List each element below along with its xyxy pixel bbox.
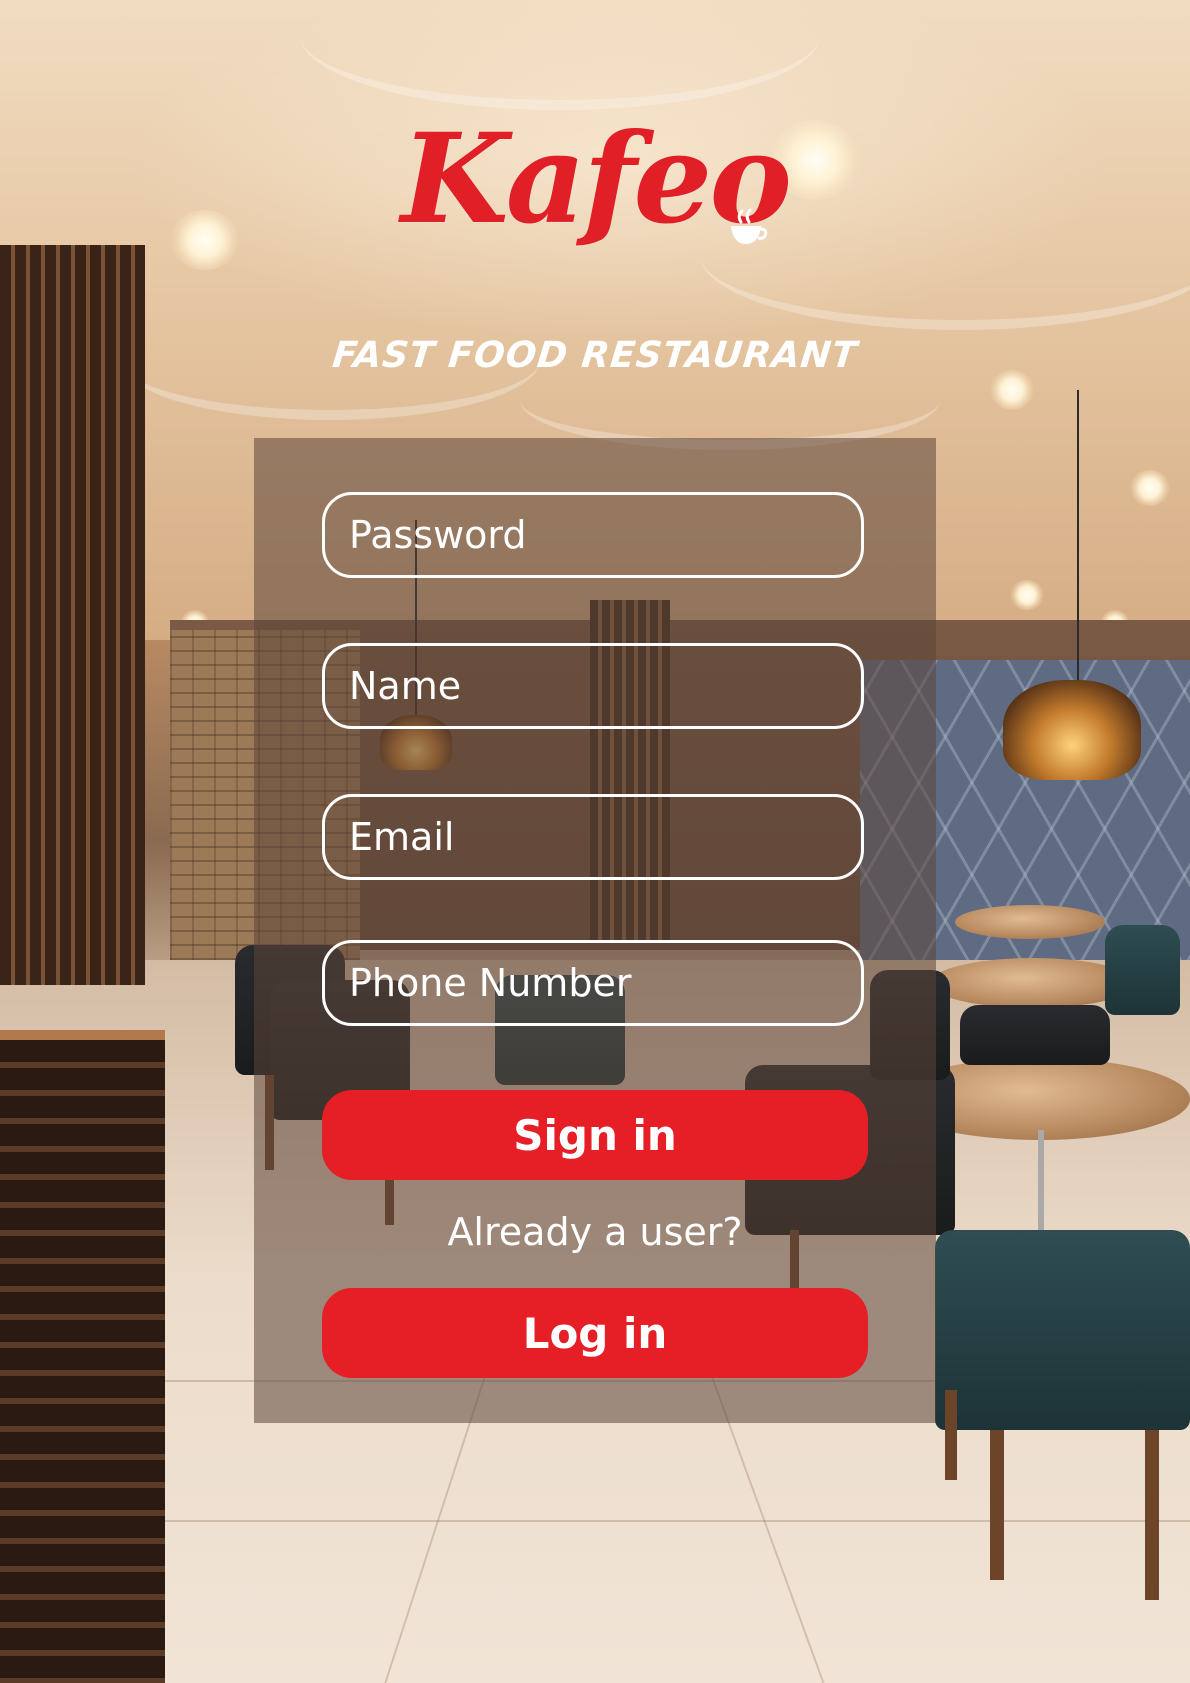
sign-in-button[interactable]: Sign in: [322, 1090, 868, 1180]
table: [955, 905, 1105, 939]
phone-number-field[interactable]: Phone Number: [322, 940, 864, 1026]
password-field[interactable]: Password: [322, 492, 864, 578]
password-placeholder: Password: [349, 513, 527, 557]
chair: [960, 1005, 1110, 1065]
phone-number-placeholder: Phone Number: [349, 961, 632, 1005]
chair: [935, 1230, 1190, 1430]
email-placeholder: Email: [349, 815, 455, 859]
pendant-lamp: [1003, 680, 1141, 780]
name-field[interactable]: Name: [322, 643, 864, 729]
email-field[interactable]: Email: [322, 794, 864, 880]
log-in-button[interactable]: Log in: [322, 1288, 868, 1378]
signup-panel: [254, 438, 936, 1423]
wooden-counter: [0, 1030, 165, 1683]
chair: [1105, 925, 1180, 1015]
ceiling-light: [1130, 470, 1170, 506]
brand-tagline: FAST FOOD RESTAURANT: [330, 335, 860, 376]
already-user-text: Already a user?: [447, 1210, 743, 1254]
name-placeholder: Name: [349, 664, 462, 708]
brand-logo-text: Kafeo: [400, 107, 792, 252]
ceiling-light: [990, 370, 1034, 410]
coffee-cup-icon: [731, 208, 768, 244]
ceiling-light: [1010, 580, 1044, 610]
